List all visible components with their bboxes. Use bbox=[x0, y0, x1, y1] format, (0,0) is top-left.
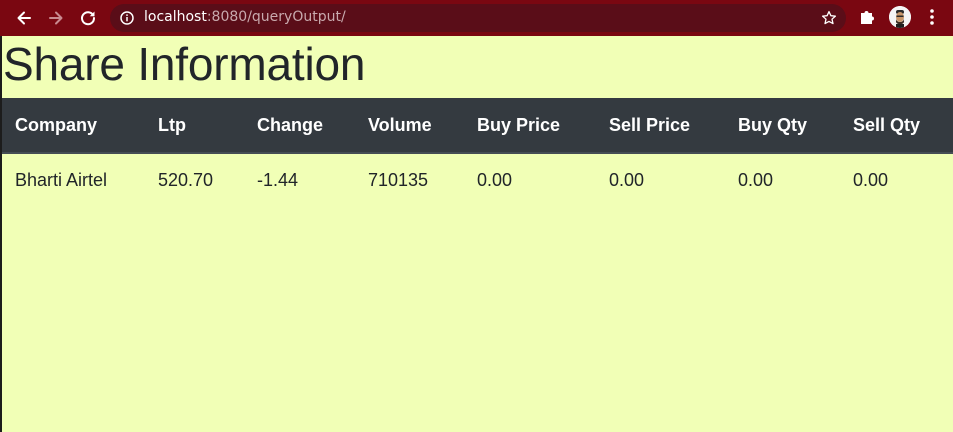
url-path: :8080/queryOutput/ bbox=[206, 9, 346, 25]
reload-button[interactable] bbox=[73, 3, 103, 33]
star-icon[interactable] bbox=[821, 10, 837, 26]
kebab-menu-icon[interactable] bbox=[924, 7, 940, 27]
column-header-sell-price: Sell Price bbox=[596, 98, 725, 154]
url-text[interactable]: localhost:8080/queryOutput/ bbox=[144, 9, 346, 25]
forward-arrow-icon bbox=[49, 11, 63, 25]
cell-buy-price: 0.00 bbox=[477, 170, 513, 190]
cell-change: -1.44 bbox=[257, 170, 299, 190]
table-header: Company Ltp Change Volume Buy Price Sell… bbox=[2, 98, 953, 154]
cell-company: Bharti Airtel bbox=[15, 170, 108, 190]
column-header-volume: Volume bbox=[355, 98, 464, 154]
cell-buy-qty: 0.00 bbox=[738, 170, 774, 190]
column-header-sell-qty: Sell Qty bbox=[840, 98, 953, 154]
table-row: Bharti Airtel 520.70 -1.44 710135 0.00 0… bbox=[2, 153, 953, 207]
share-table: Company Ltp Change Volume Buy Price Sell… bbox=[2, 98, 953, 207]
avatar-face-icon bbox=[889, 6, 911, 28]
page-title: Share Information bbox=[3, 38, 366, 90]
table-body: Bharti Airtel 520.70 -1.44 710135 0.00 0… bbox=[2, 153, 953, 207]
info-icon[interactable] bbox=[120, 11, 134, 25]
puzzle-extension-icon[interactable] bbox=[858, 6, 878, 26]
column-header-company: Company bbox=[2, 98, 145, 154]
column-header-buy-price: Buy Price bbox=[464, 98, 596, 154]
back-arrow-icon bbox=[17, 11, 31, 25]
cell-ltp: 520.70 bbox=[158, 170, 214, 190]
url-host: localhost bbox=[144, 9, 207, 25]
browser-toolbar: localhost:8080/queryOutput/ bbox=[0, 0, 953, 36]
cell-sell-qty: 0.00 bbox=[853, 170, 889, 190]
page-left-border bbox=[0, 36, 2, 432]
forward-button[interactable] bbox=[41, 3, 71, 33]
cell-volume: 710135 bbox=[368, 170, 429, 190]
column-header-change: Change bbox=[244, 98, 355, 154]
header-row: Company Ltp Change Volume Buy Price Sell… bbox=[2, 98, 953, 154]
reload-icon bbox=[81, 11, 96, 26]
back-button[interactable] bbox=[9, 3, 39, 33]
column-header-buy-qty: Buy Qty bbox=[725, 98, 840, 154]
column-header-ltp: Ltp bbox=[145, 98, 244, 154]
address-bar[interactable]: localhost:8080/queryOutput/ bbox=[110, 4, 846, 32]
profile-avatar[interactable] bbox=[889, 6, 911, 28]
cell-sell-price: 0.00 bbox=[609, 170, 645, 190]
